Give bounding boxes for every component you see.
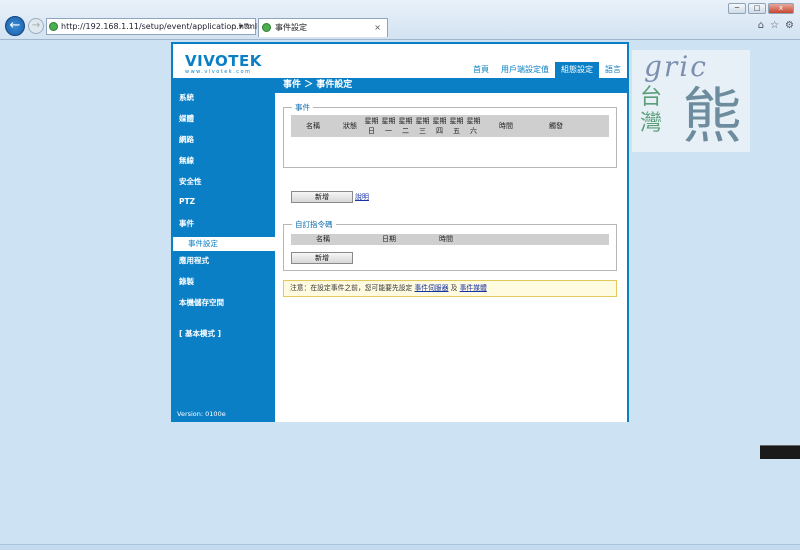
browser-toolbar-icons: ⌂ ☆ ⚙ xyxy=(758,20,794,31)
window-controls: ─ □ x xyxy=(728,3,794,14)
col-fri: 星期五 xyxy=(449,117,464,135)
sidebar-item-network[interactable]: 網路 xyxy=(179,134,194,145)
sidebar-item-applications[interactable]: 應用程式 xyxy=(179,255,209,266)
col-status: 狀態 xyxy=(343,122,357,130)
page-icon xyxy=(49,22,58,31)
address-url: http://192.168.1.11/setup/event/applicat… xyxy=(61,22,258,31)
page-header: VIVOTEK www.vivotek.com 首頁 用戶端設定值 組態設定 語… xyxy=(173,44,627,78)
main-content: 事件 名稱 狀態 星期日 星期一 星期二 星期三 星期四 星期五 星期六 時間 … xyxy=(275,93,627,422)
tab-title: 事件設定 xyxy=(275,23,307,32)
note-text: 注意：在設定事件之前，您可能要先設定 xyxy=(290,284,413,292)
tab-page-icon xyxy=(262,23,271,32)
col-sun: 星期日 xyxy=(364,117,379,135)
top-navigation: 首頁 用戶端設定值 組態設定 語言 xyxy=(467,62,627,78)
browser-tab[interactable]: 事件設定 × xyxy=(258,18,388,37)
col-sat: 星期六 xyxy=(466,117,481,135)
sidebar-item-event[interactable]: 事件 xyxy=(179,218,194,229)
custom-script-table-header: 名稱 日期 時間 xyxy=(291,234,609,245)
maximize-button[interactable]: □ xyxy=(748,3,766,14)
add-event-button[interactable]: 新增 xyxy=(291,191,353,203)
note-and: 及 xyxy=(450,284,458,292)
edge-popup-bar xyxy=(760,445,800,459)
col-tue: 星期二 xyxy=(398,117,413,135)
back-arrow-icon: ← xyxy=(9,18,21,33)
window-bottom-border xyxy=(0,544,800,550)
firmware-version: Version: 0100e xyxy=(177,410,226,418)
sidebar-item-system[interactable]: 系統 xyxy=(179,92,194,103)
nav-configuration[interactable]: 組態設定 xyxy=(555,62,599,78)
search-refresh-icons[interactable]: ρ ▾ ↻ xyxy=(231,19,252,34)
page-title: 事件 ＞ 事件設定 xyxy=(275,78,627,93)
logo-url: www.vivotek.com xyxy=(185,69,252,75)
sidebar: 系統 媒體 網路 無線 安全性 PTZ 事件 事件設定 應用程式 錄製 本機儲存… xyxy=(173,78,275,422)
add-script-button[interactable]: 新增 xyxy=(291,252,353,264)
note-banner: 注意：在設定事件之前，您可能要先設定 事件伺服器 及 事件媒體 xyxy=(283,280,617,297)
custom-script-legend: 自訂指令碼 xyxy=(295,220,333,229)
forward-button[interactable]: → xyxy=(28,18,44,34)
event-media-link[interactable]: 事件媒體 xyxy=(460,284,487,292)
sidebar-item-media[interactable]: 媒體 xyxy=(179,113,194,124)
favorites-star-icon[interactable]: ☆ xyxy=(770,20,779,31)
event-section-legend: 事件 xyxy=(295,103,310,112)
sidebar-subitem-event-settings[interactable]: 事件設定 xyxy=(173,237,275,251)
close-window-button[interactable]: x xyxy=(768,3,794,14)
tab-close-icon[interactable]: × xyxy=(374,19,381,36)
watermark-gric: gric xyxy=(644,50,708,83)
vivotek-logo[interactable]: VIVOTEK www.vivotek.com xyxy=(179,50,269,75)
watermark-tai: 台 xyxy=(640,85,663,110)
watermark-logo: gric 台 灣 熊 xyxy=(632,50,750,152)
browser-chrome: ─ □ x ← → http://192.168.1.11/setup/even… xyxy=(0,0,800,40)
forward-arrow-icon: → xyxy=(31,20,41,31)
col-script-name: 名稱 xyxy=(316,235,330,243)
col-mon: 星期一 xyxy=(381,117,396,135)
home-icon[interactable]: ⌂ xyxy=(758,20,764,31)
sidebar-item-wireless[interactable]: 無線 xyxy=(179,155,194,166)
settings-gear-icon[interactable]: ⚙ xyxy=(785,20,794,31)
nav-home[interactable]: 首頁 xyxy=(467,62,495,78)
sidebar-basic-mode-link[interactable]: [ 基本模式 ] xyxy=(179,328,221,339)
event-server-link[interactable]: 事件伺服器 xyxy=(415,284,449,292)
help-link[interactable]: 說明 xyxy=(355,192,369,202)
col-script-time: 時間 xyxy=(439,235,453,243)
sidebar-item-local-storage[interactable]: 本機儲存空間 xyxy=(179,297,224,308)
watermark-wan: 灣 xyxy=(640,111,663,136)
watermark-bear: 熊 xyxy=(682,82,742,152)
col-trigger: 觸發 xyxy=(549,122,563,130)
nav-client-settings[interactable]: 用戶端設定值 xyxy=(495,62,555,78)
event-table-header: 名稱 狀態 星期日 星期一 星期二 星期三 星期四 星期五 星期六 時間 觸發 xyxy=(291,115,609,137)
sidebar-item-recording[interactable]: 錄製 xyxy=(179,276,194,287)
col-time: 時間 xyxy=(499,122,513,130)
logo-word: VIVOTEK xyxy=(185,52,262,70)
sidebar-item-security[interactable]: 安全性 xyxy=(179,176,202,187)
sidebar-item-ptz[interactable]: PTZ xyxy=(179,197,195,206)
col-script-date: 日期 xyxy=(382,235,396,243)
back-button[interactable]: ← xyxy=(5,16,25,36)
minimize-button[interactable]: ─ xyxy=(728,3,746,14)
camera-config-page: VIVOTEK www.vivotek.com 首頁 用戶端設定值 組態設定 語… xyxy=(171,42,629,422)
col-name: 名稱 xyxy=(306,122,320,130)
col-wed: 星期三 xyxy=(415,117,430,135)
address-bar[interactable]: http://192.168.1.11/setup/event/applicat… xyxy=(46,18,258,35)
col-thu: 星期四 xyxy=(432,117,447,135)
nav-language[interactable]: 語言 xyxy=(599,62,627,78)
